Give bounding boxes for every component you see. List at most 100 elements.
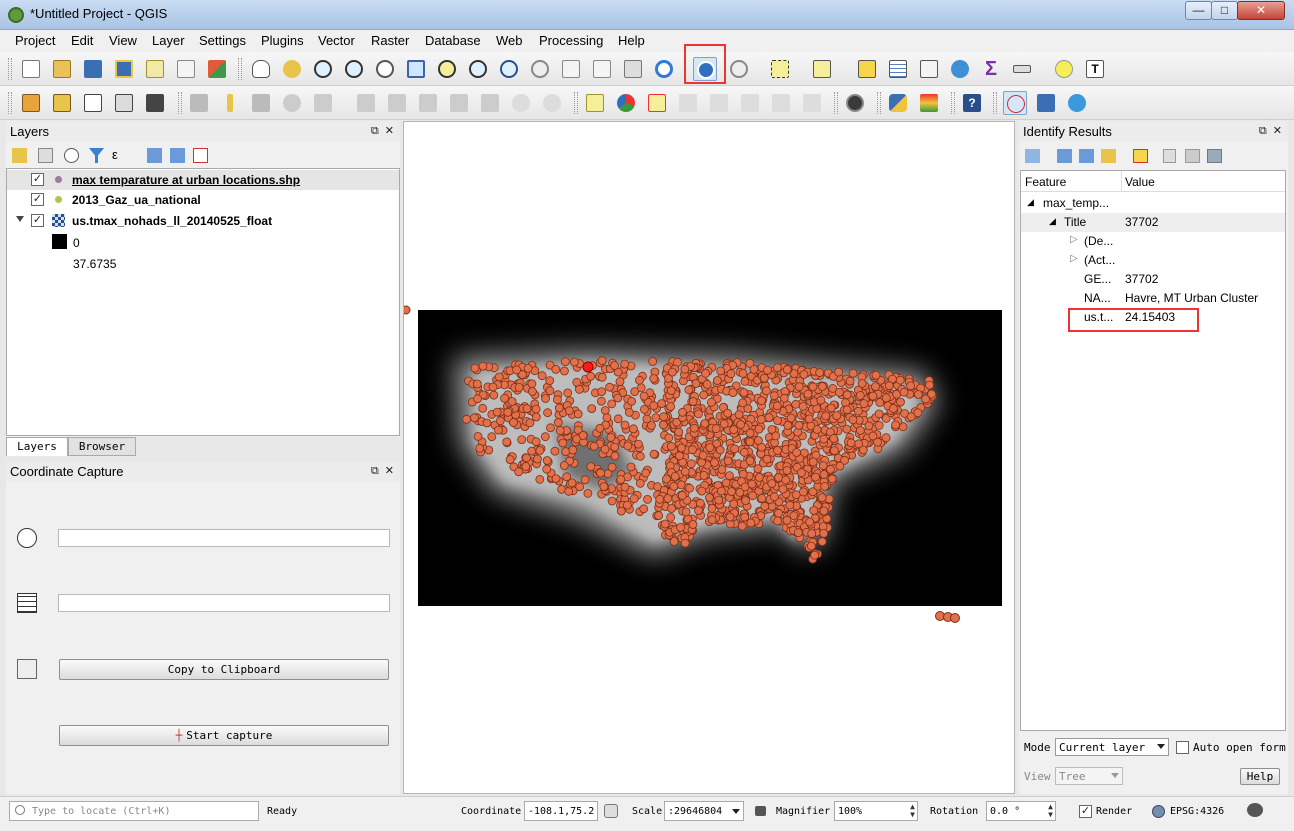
whats-this-help-icon[interactable]: ? bbox=[960, 91, 984, 115]
urban-location-point[interactable] bbox=[721, 478, 731, 488]
diagram-options-icon[interactable] bbox=[614, 91, 638, 115]
urban-location-point[interactable] bbox=[596, 396, 606, 406]
urban-location-point[interactable] bbox=[666, 441, 676, 451]
urban-location-point[interactable] bbox=[793, 528, 803, 538]
urban-location-point[interactable] bbox=[756, 414, 766, 424]
urban-location-point[interactable] bbox=[523, 363, 533, 373]
urban-location-point[interactable] bbox=[734, 410, 744, 420]
urban-location-point[interactable] bbox=[677, 490, 687, 500]
urban-location-point[interactable] bbox=[564, 406, 574, 416]
collapse-arrow-icon[interactable]: ◢ bbox=[1027, 197, 1034, 208]
locator-search-input[interactable]: Type to locate (Ctrl+K) bbox=[9, 801, 259, 821]
change-label-icon[interactable] bbox=[800, 91, 824, 115]
urban-location-point[interactable] bbox=[545, 376, 555, 386]
urban-location-point[interactable] bbox=[782, 365, 792, 375]
urban-location-point[interactable] bbox=[726, 369, 736, 379]
lock-scale-icon[interactable] bbox=[755, 806, 766, 816]
urban-location-point[interactable] bbox=[535, 474, 545, 484]
crs-globe-icon[interactable] bbox=[1152, 805, 1165, 818]
zoom-native-icon[interactable] bbox=[373, 57, 397, 81]
urban-location-point[interactable] bbox=[723, 456, 733, 466]
urban-location-point[interactable] bbox=[739, 447, 749, 457]
urban-location-point[interactable] bbox=[694, 506, 703, 516]
urban-location-point[interactable] bbox=[517, 435, 527, 445]
urban-location-point[interactable] bbox=[689, 423, 699, 433]
layer-item-tmax-raster[interactable]: ✓ us.tmax_nohads_ll_20140525_float bbox=[7, 211, 399, 231]
urban-location-point[interactable] bbox=[563, 388, 573, 398]
urban-location-point[interactable] bbox=[472, 379, 482, 389]
node-tool-icon[interactable] bbox=[311, 91, 335, 115]
urban-location-point[interactable] bbox=[792, 448, 802, 457]
layer-visibility-checkbox[interactable]: ✓ bbox=[31, 193, 44, 206]
identify-row-name[interactable]: NA... Havre, MT Urban Cluster bbox=[1021, 289, 1285, 308]
urban-location-point[interactable] bbox=[558, 438, 568, 448]
select-features-icon[interactable] bbox=[768, 57, 792, 81]
urban-location-point[interactable] bbox=[580, 475, 590, 485]
urban-location-point[interactable] bbox=[829, 446, 839, 456]
urban-location-point[interactable] bbox=[545, 386, 555, 396]
feature-column-header[interactable]: Feature bbox=[1025, 175, 1066, 189]
urban-location-point[interactable] bbox=[639, 404, 649, 414]
remove-layer-icon[interactable] bbox=[193, 148, 208, 163]
deselect-all-icon[interactable] bbox=[855, 57, 879, 81]
urban-location-point[interactable] bbox=[737, 521, 747, 531]
urban-location-point[interactable] bbox=[729, 425, 739, 435]
urban-location-point[interactable] bbox=[613, 393, 623, 403]
urban-location-point[interactable] bbox=[842, 390, 852, 400]
add-raster-layer-icon[interactable] bbox=[50, 91, 74, 115]
urban-location-point[interactable] bbox=[639, 391, 649, 401]
urban-location-point[interactable] bbox=[805, 517, 815, 527]
urban-location-point[interactable] bbox=[712, 376, 722, 385]
menu-vector[interactable]: Vector bbox=[318, 33, 355, 48]
urban-location-point[interactable] bbox=[657, 399, 667, 409]
urban-location-point[interactable] bbox=[666, 402, 676, 412]
urban-location-point[interactable] bbox=[525, 418, 535, 428]
expand-arrow-icon[interactable] bbox=[16, 216, 24, 222]
menu-plugins[interactable]: Plugins bbox=[261, 33, 304, 48]
urban-location-point[interactable] bbox=[478, 361, 488, 371]
urban-location-point[interactable] bbox=[896, 397, 905, 407]
urban-location-point[interactable] bbox=[832, 411, 842, 421]
urban-location-point[interactable] bbox=[478, 403, 488, 413]
menu-project[interactable]: Project bbox=[15, 33, 55, 48]
menu-raster[interactable]: Raster bbox=[371, 33, 409, 48]
urban-location-point[interactable] bbox=[649, 401, 659, 411]
column-divider[interactable] bbox=[1121, 171, 1122, 192]
urban-location-point[interactable] bbox=[857, 379, 867, 388]
urban-location-point[interactable] bbox=[906, 381, 916, 391]
maximize-button[interactable]: □ bbox=[1211, 1, 1238, 20]
tab-browser[interactable]: Browser bbox=[68, 437, 136, 456]
urban-location-point[interactable] bbox=[670, 471, 680, 481]
urban-location-point[interactable] bbox=[799, 370, 809, 379]
urban-location-point[interactable] bbox=[569, 357, 579, 367]
map-tips-icon[interactable] bbox=[621, 57, 645, 81]
urban-location-point[interactable] bbox=[806, 541, 816, 551]
urban-location-point[interactable] bbox=[597, 356, 607, 366]
menu-database[interactable]: Database bbox=[425, 33, 481, 48]
urban-location-point[interactable] bbox=[600, 444, 610, 454]
urban-location-point[interactable] bbox=[514, 467, 524, 477]
toolbar-grip[interactable] bbox=[951, 92, 955, 114]
menu-web[interactable]: Web bbox=[496, 33, 523, 48]
urban-location-point[interactable] bbox=[494, 372, 504, 382]
grid-crs-icon[interactable] bbox=[17, 593, 37, 613]
urban-location-point[interactable] bbox=[716, 366, 726, 376]
zoom-next-icon[interactable] bbox=[528, 57, 552, 81]
urban-location-point[interactable] bbox=[716, 486, 726, 496]
urban-location-point[interactable] bbox=[527, 446, 537, 456]
urban-location-point[interactable] bbox=[613, 414, 623, 424]
urban-location-point[interactable] bbox=[697, 457, 707, 467]
menu-edit[interactable]: Edit bbox=[71, 33, 93, 48]
urban-location-point[interactable] bbox=[771, 431, 781, 441]
close-window-button[interactable]: ✕ bbox=[1237, 1, 1285, 20]
urban-location-point[interactable] bbox=[834, 387, 844, 397]
urban-location-point[interactable] bbox=[522, 404, 532, 414]
urban-location-point[interactable] bbox=[676, 522, 685, 532]
urban-location-point[interactable] bbox=[620, 482, 630, 492]
tab-layers[interactable]: Layers bbox=[6, 437, 68, 456]
urban-location-point[interactable] bbox=[829, 434, 839, 443]
urban-location-point[interactable] bbox=[820, 482, 830, 491]
layer-visibility-checkbox[interactable]: ✓ bbox=[31, 173, 44, 186]
view-select[interactable]: Tree bbox=[1055, 767, 1123, 785]
urban-location-point[interactable] bbox=[623, 441, 633, 451]
